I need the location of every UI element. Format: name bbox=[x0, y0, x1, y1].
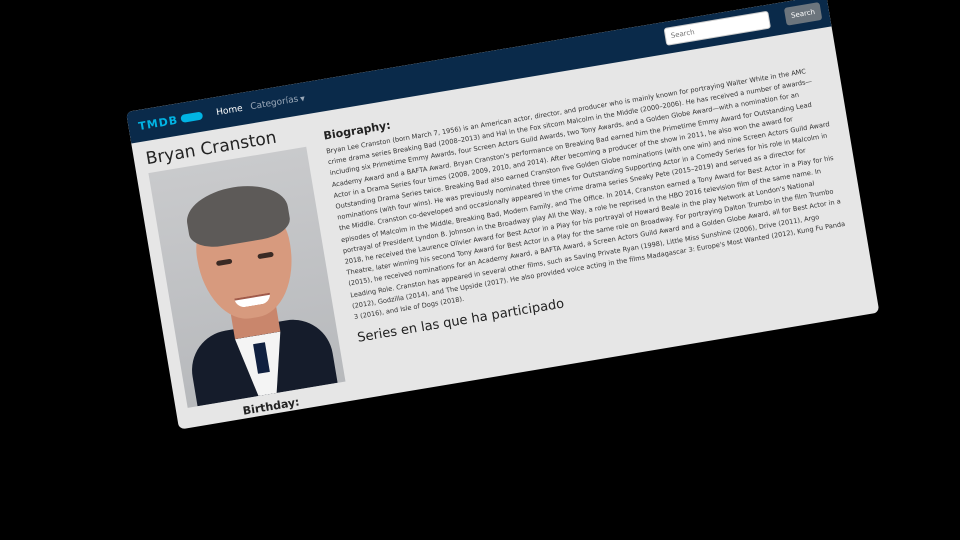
chevron-down-icon: ▼ bbox=[299, 95, 306, 103]
search-button[interactable]: Search bbox=[783, 2, 823, 26]
main-content: Bryan Cranston Birthday: 1956-03-07 Plac… bbox=[131, 26, 879, 429]
brand-text: TMDB bbox=[137, 113, 179, 133]
biography-text: Bryan Lee Cranston (born March 7, 1956) … bbox=[325, 67, 846, 322]
nav-home-link[interactable]: Home bbox=[216, 104, 244, 118]
brand-pill-icon bbox=[180, 111, 204, 123]
nav-categories-dropdown[interactable]: Categorías▼ bbox=[250, 93, 306, 112]
browser-window: TMDB Home Categorías▼ Search Bryan Crans… bbox=[126, 0, 880, 430]
brand-logo[interactable]: TMDB bbox=[137, 109, 204, 133]
nav-categories-label: Categorías bbox=[249, 94, 300, 113]
profile-photo bbox=[148, 146, 346, 408]
